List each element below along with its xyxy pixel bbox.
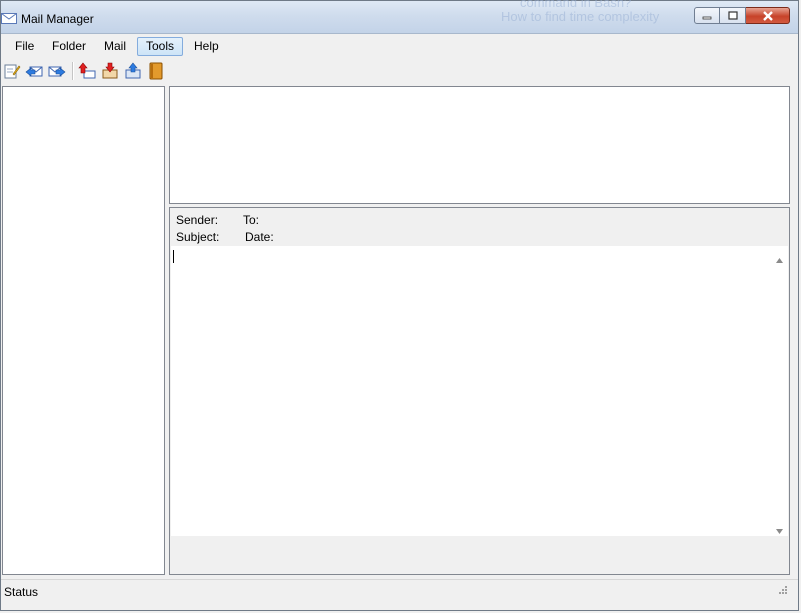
maximize-icon — [727, 11, 738, 20]
text-caret — [173, 250, 174, 263]
vertical-scrollbar[interactable] — [771, 246, 788, 536]
toolbar — [1, 59, 798, 84]
reply-icon[interactable] — [25, 62, 43, 80]
menu-file[interactable]: File — [7, 37, 42, 56]
receive-icon[interactable] — [78, 62, 96, 80]
resize-grip-icon[interactable] — [778, 584, 788, 598]
menu-bar: File Folder Mail Tools Help — [1, 34, 798, 58]
to-label: To: — [243, 213, 260, 227]
forward-icon[interactable] — [48, 62, 66, 80]
message-preview: Sender: To: Subject: Date: — [169, 207, 790, 575]
new-mail-icon[interactable] — [3, 62, 21, 80]
background-window-text: How to find time complexity — [501, 9, 660, 24]
message-body[interactable] — [171, 246, 788, 536]
date-label: Date: — [245, 230, 274, 244]
address-book-icon[interactable] — [147, 62, 165, 80]
mail-app-icon — [1, 13, 17, 27]
scroll-up-icon[interactable] — [776, 252, 783, 266]
inbox-icon[interactable] — [101, 62, 119, 80]
minimize-icon — [702, 16, 712, 19]
menu-mail[interactable]: Mail — [96, 37, 134, 56]
menu-folder[interactable]: Folder — [44, 37, 94, 56]
sender-label: Sender: — [176, 213, 219, 227]
scroll-down-icon[interactable] — [776, 523, 783, 537]
window-controls — [694, 7, 790, 25]
send-icon[interactable] — [124, 62, 142, 80]
status-bar: Status — [1, 579, 798, 602]
minimize-button[interactable] — [694, 7, 720, 24]
close-icon — [762, 10, 773, 21]
title-bar[interactable]: command in Bash? How to find time comple… — [1, 0, 798, 34]
menu-help[interactable]: Help — [186, 37, 227, 56]
window-title: Mail Manager — [21, 12, 94, 26]
toolbar-separator — [72, 62, 74, 80]
message-list[interactable] — [169, 86, 790, 204]
close-button[interactable] — [746, 7, 790, 24]
subject-label: Subject: — [176, 230, 220, 244]
maximize-button[interactable] — [720, 7, 746, 24]
main-window: command in Bash? How to find time comple… — [0, 0, 799, 611]
status-text: Status — [4, 585, 39, 599]
folder-tree[interactable] — [2, 86, 165, 575]
menu-tools[interactable]: Tools — [137, 37, 184, 56]
